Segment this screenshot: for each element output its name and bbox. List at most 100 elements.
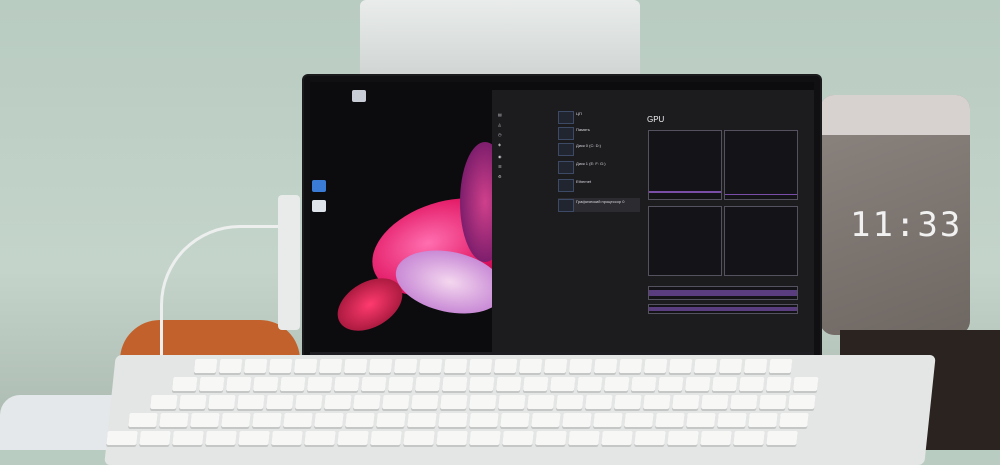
key: [498, 395, 526, 409]
key: [684, 377, 711, 391]
key: [436, 431, 468, 445]
file-icon[interactable]: [312, 200, 326, 212]
cpu-thumb: [558, 111, 574, 124]
key: [333, 377, 360, 391]
key-row: [128, 413, 809, 427]
key: [337, 431, 369, 445]
device-row-disk0[interactable]: Диск 0 (С: D:): [558, 142, 640, 156]
key: [730, 395, 758, 409]
processes-icon[interactable]: ▤: [498, 112, 502, 117]
key: [205, 431, 237, 445]
key: [738, 377, 765, 391]
key: [618, 359, 643, 373]
key: [353, 395, 381, 409]
key: [535, 431, 567, 445]
key: [304, 431, 336, 445]
key: [733, 431, 765, 445]
gpu-graph-copy: [724, 130, 798, 200]
this-pc-icon[interactable]: [312, 180, 326, 192]
key: [748, 413, 778, 427]
memory-thumb: [558, 127, 574, 140]
device-label: Память: [576, 127, 590, 132]
key: [370, 431, 402, 445]
key: [268, 359, 293, 373]
key: [527, 395, 555, 409]
key: [518, 359, 543, 373]
device-row-cpu[interactable]: ЦП: [558, 110, 640, 124]
key: [403, 431, 435, 445]
gpu-shared-memory-bar: [648, 304, 798, 314]
key: [368, 359, 393, 373]
history-icon[interactable]: ◷: [498, 132, 502, 137]
speaker-clock-display: 11:33: [850, 205, 963, 245]
key: [193, 359, 218, 373]
key-row: [171, 377, 819, 391]
key: [218, 359, 243, 373]
recycle-bin-icon[interactable]: [352, 90, 366, 102]
key: [693, 359, 718, 373]
key: [672, 395, 700, 409]
router-device: [360, 0, 640, 80]
key: [293, 359, 318, 373]
key: [779, 413, 809, 427]
details-icon[interactable]: ☰: [498, 164, 502, 169]
key: [634, 431, 666, 445]
device-label: ЦП: [576, 111, 582, 116]
key: [106, 431, 138, 445]
device-row-disk1[interactable]: Диск 1 (E: F: G:): [558, 160, 640, 174]
startup-icon[interactable]: ◈: [498, 142, 501, 147]
key: [139, 431, 171, 445]
key: [743, 359, 768, 373]
key: [179, 395, 207, 409]
key: [768, 359, 793, 373]
key: [543, 359, 568, 373]
key: [500, 413, 530, 427]
key: [271, 431, 303, 445]
gpu-graph-line: [725, 194, 797, 195]
key: [382, 395, 410, 409]
performance-icon[interactable]: ◬: [498, 122, 501, 127]
key: [701, 395, 729, 409]
key: [562, 413, 592, 427]
selected-section-title: GPU: [647, 115, 665, 124]
users-icon[interactable]: ◉: [498, 154, 502, 159]
device-row-gpu[interactable]: Графический процессор 0: [558, 198, 640, 212]
key: [765, 377, 792, 391]
key: [190, 413, 220, 427]
key: [556, 395, 584, 409]
key: [414, 377, 441, 391]
key: [407, 413, 437, 427]
key: [441, 377, 468, 391]
key: [376, 413, 406, 427]
gpu-graph-3d: [648, 130, 722, 200]
task-manager-window[interactable]: ▤ ◬ ◷ ◈ ◉ ☰ ⚙ ЦП Память Диск 0 (С: D:) Д…: [492, 90, 814, 352]
key: [624, 413, 654, 427]
device-row-memory[interactable]: Память: [558, 126, 640, 140]
gpu-graph-video-decode: [724, 206, 798, 276]
gpu-thumb: [558, 199, 574, 212]
key: [766, 431, 798, 445]
wallpaper: [310, 82, 531, 352]
key: [522, 377, 549, 391]
key: [198, 377, 225, 391]
key: [549, 377, 576, 391]
key: [252, 377, 279, 391]
monitor-screen: ▤ ◬ ◷ ◈ ◉ ☰ ⚙ ЦП Память Диск 0 (С: D:) Д…: [310, 82, 814, 366]
key: [171, 377, 198, 391]
device-row-ethernet[interactable]: Ethernet: [558, 178, 640, 192]
key: [568, 359, 593, 373]
key: [759, 395, 787, 409]
key: [469, 395, 497, 409]
key: [593, 413, 623, 427]
key: [443, 359, 468, 373]
key: [266, 395, 294, 409]
gpu-dedicated-memory-bar: [648, 286, 798, 300]
key: [252, 413, 282, 427]
services-icon[interactable]: ⚙: [498, 174, 502, 179]
key: [643, 395, 671, 409]
key: [469, 431, 501, 445]
key: [614, 395, 642, 409]
key: [279, 377, 306, 391]
key: [418, 359, 443, 373]
key: [243, 359, 268, 373]
